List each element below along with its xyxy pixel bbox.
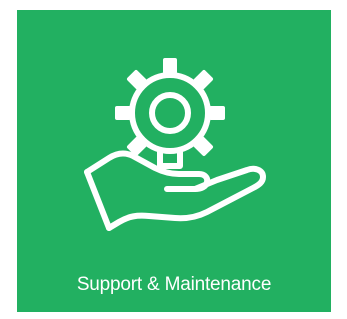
gear-in-hand-icon	[17, 10, 331, 250]
tile-label: Support & Maintenance	[76, 274, 272, 295]
gear-icon	[129, 72, 211, 154]
support-maintenance-tile[interactable]: Support & Maintenance	[17, 10, 331, 312]
